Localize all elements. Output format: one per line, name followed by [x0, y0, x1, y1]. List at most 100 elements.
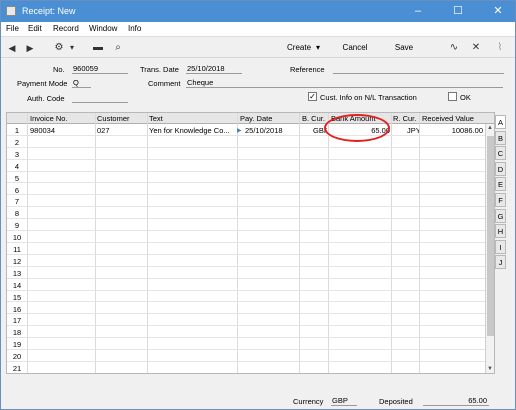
currency-label: Currency	[293, 397, 324, 406]
row-number: 14	[12, 280, 22, 290]
row-number: 20	[12, 352, 22, 362]
scroll-down-icon[interactable]: ▼	[487, 366, 493, 372]
minimize-button[interactable]: –	[402, 1, 434, 22]
cancel-button[interactable]: Cancel	[341, 41, 369, 55]
tab-c[interactable]: C	[495, 146, 506, 161]
table-row[interactable]: 17	[7, 314, 485, 327]
customer-cell[interactable]: 027	[97, 126, 145, 135]
window-title: Receipt: New	[22, 6, 76, 16]
row-number: 13	[12, 268, 22, 278]
row-number: 9	[14, 221, 20, 231]
invoice-no-cell[interactable]: 980034	[30, 126, 94, 135]
reference-field[interactable]	[333, 64, 504, 74]
col-customer: Customer	[97, 114, 130, 123]
close-button[interactable]: ✕	[482, 1, 514, 22]
row-number: 8	[14, 209, 20, 219]
col-r-cur: R. Cur.	[393, 114, 417, 123]
tab-b[interactable]: B	[495, 130, 506, 145]
r-cur-cell[interactable]: JPY	[407, 126, 419, 135]
received-value-cell[interactable]: 10086.00	[421, 126, 483, 135]
forward-icon[interactable]: ▶	[23, 41, 37, 55]
tab-d[interactable]: D	[495, 161, 506, 176]
table-row[interactable]: 15	[7, 291, 485, 303]
table-row[interactable]: 13	[7, 267, 485, 279]
pay-date-cell[interactable]: 25/10/2018	[245, 126, 297, 135]
maximize-button[interactable]: ☐	[442, 1, 474, 22]
menu-edit[interactable]: Edit	[28, 24, 42, 33]
ok-checkbox[interactable]	[448, 92, 457, 101]
deposited-label: Deposited	[379, 397, 413, 406]
tab-j[interactable]: J	[495, 255, 506, 270]
col-invoice-no: Invoice No.	[30, 114, 68, 123]
activity-icon[interactable]: ∿	[447, 41, 461, 55]
save-button[interactable]: Save	[393, 41, 415, 55]
scroll-thumb[interactable]	[487, 136, 494, 336]
no-field[interactable]: 960059	[72, 64, 128, 74]
scroll-up-icon[interactable]: ▲	[487, 125, 493, 131]
shrink-icon[interactable]: ✕	[469, 41, 483, 55]
table-row[interactable]: 1 980034 027 Yen for Knowledge Co... 25/10/2…	[7, 124, 485, 136]
create-dropdown-icon[interactable]: ▾	[313, 41, 323, 55]
table-row[interactable]: 21	[7, 362, 485, 373]
row-number: 17	[12, 316, 22, 326]
menu-window[interactable]: Window	[89, 24, 117, 33]
trans-date-field[interactable]: 25/10/2018	[186, 64, 242, 74]
tab-h[interactable]: H	[495, 224, 506, 239]
gear-dropdown-icon[interactable]: ▾	[65, 41, 79, 55]
row-number: 15	[12, 292, 22, 302]
table-row[interactable]: 2	[7, 136, 485, 148]
print-preview-icon[interactable]: ⌕	[111, 41, 125, 55]
paste-arrow-icon[interactable]: ▶	[237, 127, 242, 134]
table-row[interactable]: 10	[7, 231, 485, 243]
row-number: 11	[13, 245, 21, 254]
row-number: 7	[14, 197, 20, 207]
ok-label: OK	[460, 93, 471, 102]
title-bar: Receipt: New – ☐ ✕	[1, 1, 515, 22]
tab-a[interactable]: A	[495, 115, 506, 129]
table-row[interactable]: 7	[7, 195, 485, 208]
table-row[interactable]: 5	[7, 172, 485, 184]
table-row[interactable]: 9	[7, 219, 485, 232]
auth-code-field[interactable]	[72, 93, 128, 103]
table-row[interactable]: 4	[7, 160, 485, 172]
reference-label: Reference	[290, 65, 325, 74]
menu-record[interactable]: Record	[53, 24, 79, 33]
payment-mode-label: Payment Mode	[17, 79, 68, 88]
table-row[interactable]: 3	[7, 148, 485, 160]
tab-e[interactable]: E	[495, 177, 506, 192]
tab-f[interactable]: F	[495, 193, 506, 207]
back-icon[interactable]: ◀	[5, 41, 19, 55]
menu-file[interactable]: File	[6, 24, 19, 33]
row-number: 1	[14, 126, 20, 135]
row-number: 21	[12, 364, 22, 373]
tab-g[interactable]: G	[495, 208, 506, 223]
cust-info-checkbox[interactable]: ✓	[308, 92, 317, 101]
table-row[interactable]: 6	[7, 184, 485, 196]
row-number: 16	[12, 304, 22, 314]
table-row[interactable]: 8	[7, 207, 485, 220]
attach-icon[interactable]: ⌇	[493, 41, 507, 55]
table-row[interactable]: 11	[7, 243, 485, 255]
create-button[interactable]: Create	[287, 41, 311, 55]
tab-i[interactable]: I	[495, 239, 506, 254]
menu-info[interactable]: Info	[128, 24, 141, 33]
currency-field[interactable]: GBP	[331, 396, 357, 406]
deposited-field[interactable]: 65.00	[423, 396, 489, 406]
row-number: 6	[14, 185, 20, 195]
comment-field[interactable]: Cheque	[186, 78, 503, 88]
table-row[interactable]: 18	[7, 326, 485, 339]
col-received-value: Received Value	[422, 114, 474, 123]
table-row[interactable]: 20	[7, 350, 485, 362]
col-pay-date: Pay. Date	[240, 114, 273, 123]
table-row[interactable]: 16	[7, 303, 485, 315]
payment-mode-field[interactable]: Q	[72, 78, 91, 88]
print-icon[interactable]: ▬	[91, 41, 105, 55]
text-cell[interactable]: Yen for Knowledge Co...	[149, 126, 235, 135]
table-row[interactable]: 12	[7, 255, 485, 267]
gear-icon[interactable]: ⚙	[52, 41, 66, 55]
table-row[interactable]: 19	[7, 338, 485, 351]
comment-label: Comment	[148, 79, 181, 88]
table-row[interactable]: 14	[7, 279, 485, 291]
no-label: No.	[53, 65, 65, 74]
grid-scrollbar[interactable]: ▲ ▼	[485, 124, 494, 373]
